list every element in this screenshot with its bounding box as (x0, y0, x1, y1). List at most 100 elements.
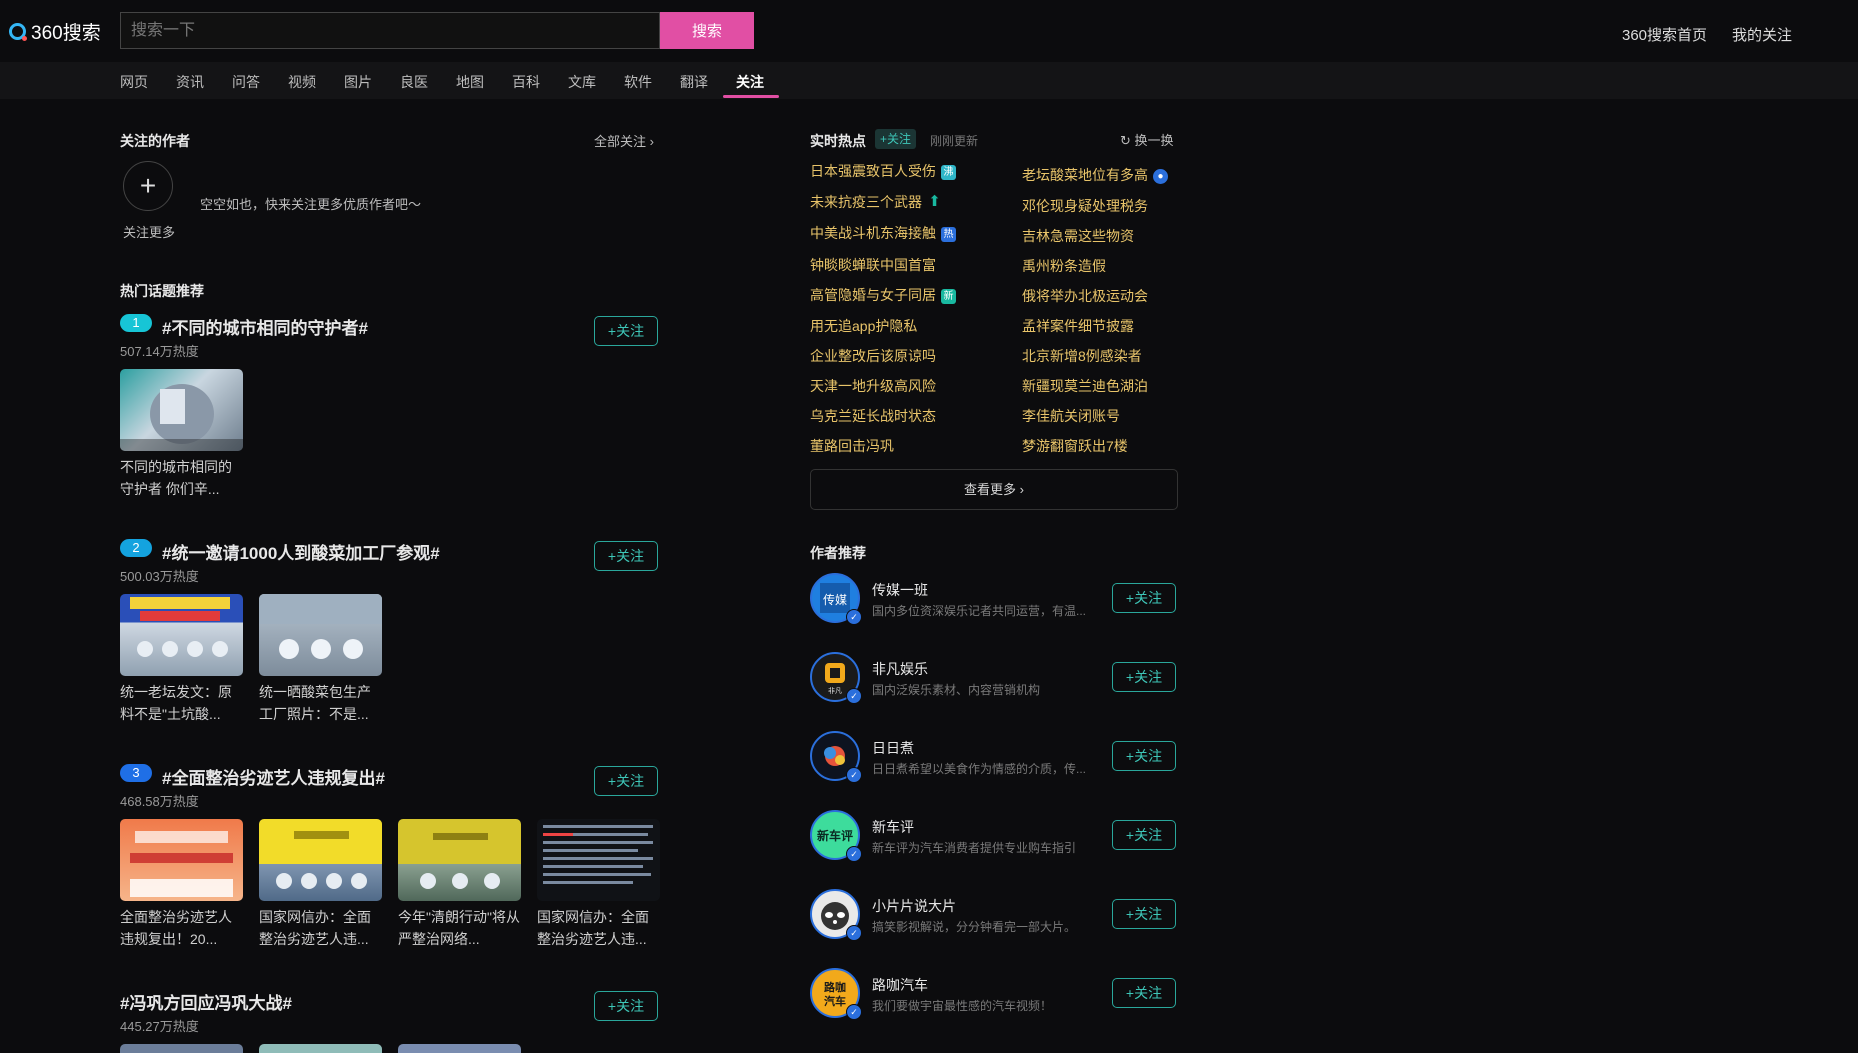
topic-follow-button[interactable]: +关注 (594, 766, 658, 796)
thumbnail-caption[interactable]: 统一晒酸菜包生产工厂照片：不是... (259, 681, 384, 725)
author-follow-button[interactable]: +关注 (1112, 820, 1176, 850)
hot-item[interactable]: 乌克兰延长战时状态 (810, 406, 936, 426)
hot-item[interactable]: 吉林急需这些物资 (1022, 226, 1134, 246)
search-button[interactable]: 搜索 (660, 12, 754, 49)
tab-follow[interactable]: 关注 (736, 72, 764, 92)
tab-image[interactable]: 图片 (344, 72, 372, 92)
tab-map[interactable]: 地图 (456, 72, 484, 92)
plus-icon: + (139, 170, 157, 201)
thumbnail-caption[interactable]: 国家网信办：全面整治劣迹艺人违... (537, 906, 662, 950)
hot-item[interactable]: 老坛酸菜地位有多高 ● (1022, 165, 1168, 185)
author-name[interactable]: 新车评 (872, 817, 914, 837)
topic-title[interactable]: #全面整治劣迹艺人违规复出# (162, 764, 385, 789)
author-desc: 日日煮希望以美食作为情感的介质，传... (872, 762, 1087, 776)
topic-heat: 445.27万热度 (120, 1019, 199, 1034)
topic-thumbnail[interactable] (398, 819, 521, 901)
tab-baike[interactable]: 百科 (512, 72, 540, 92)
topic-thumbnail[interactable] (120, 819, 243, 901)
author-desc: 新车评为汽车消费者提供专业购车指引 (872, 841, 1077, 855)
topic-thumbnail[interactable] (398, 1044, 521, 1053)
tab-wenku[interactable]: 文库 (568, 72, 596, 92)
see-more-button[interactable]: 查看更多 › (810, 469, 1178, 510)
author-follow-button[interactable]: +关注 (1112, 583, 1176, 613)
tab-doctor[interactable]: 良医 (400, 72, 428, 92)
verified-badge-icon: ✓ (846, 767, 862, 783)
refresh-icon: ↻ (1120, 133, 1131, 148)
thumbnail-caption[interactable]: 统一老坛发文：原料不是"土坑酸... (120, 681, 245, 725)
hot-item[interactable]: 梦游翻窗跃出7楼 (1022, 436, 1128, 456)
hot-item[interactable]: 北京新增8例感染者 (1022, 346, 1142, 366)
topic-thumbnail[interactable] (537, 819, 660, 901)
hot-follow-button[interactable]: +关注 (875, 129, 917, 149)
topic-follow-button[interactable]: +关注 (594, 541, 658, 571)
tab-news[interactable]: 资讯 (176, 72, 204, 92)
hot-item[interactable]: 钟睒睒蝉联中国首富 (810, 255, 936, 275)
hot-item[interactable]: 高管隐婚与女子同居新 (810, 285, 956, 305)
tab-web[interactable]: 网页 (120, 72, 148, 92)
author-follow-button[interactable]: +关注 (1112, 662, 1176, 692)
tab-qa[interactable]: 问答 (232, 72, 260, 92)
hot-item[interactable]: 俄将举办北极运动会 (1022, 286, 1148, 306)
hot-item-text: 日本强震致百人受伤 (810, 163, 936, 179)
tab-translate[interactable]: 翻译 (680, 72, 708, 92)
topic-rank-badge: 3 (120, 764, 152, 782)
all-follows-link[interactable]: 全部关注 › (594, 131, 654, 150)
topic-title[interactable]: #不同的城市相同的守护者# (162, 314, 368, 339)
topic-thumbnail[interactable] (120, 369, 243, 451)
thumbnail-caption[interactable]: 不同的城市相同的守护者 你们辛... (120, 456, 245, 500)
verified-badge-icon: ✓ (846, 846, 862, 862)
hot-item[interactable]: 天津一地升级高风险 (810, 376, 936, 396)
tag-boil-icon: 沸 (941, 165, 956, 180)
hot-item[interactable]: 邓伦现身疑处理税务 (1022, 196, 1148, 216)
author-follow-button[interactable]: +关注 (1112, 899, 1176, 929)
author-name[interactable]: 日日煮 (872, 738, 914, 758)
add-author-button[interactable]: + (123, 161, 173, 211)
add-author-label[interactable]: 关注更多 (123, 222, 175, 241)
author-follow-button[interactable]: +关注 (1112, 978, 1176, 1008)
thumbnail-image (130, 831, 233, 897)
hot-item-text: 高管隐婚与女子同居 (810, 287, 936, 303)
nav-bar: 网页 资讯 问答 视频 图片 良医 地图 百科 文库 软件 翻译 关注 (0, 62, 1858, 99)
hot-item[interactable]: 企业整改后该原谅吗 (810, 346, 936, 366)
hot-refresh-button[interactable]: ↻ 换一换 (1120, 130, 1174, 149)
topic-title[interactable]: #冯巩方回应冯巩大战# (120, 989, 292, 1014)
hot-item[interactable]: 李佳航关闭账号 (1022, 406, 1120, 426)
home-link[interactable]: 360搜索首页 (1622, 24, 1707, 45)
author-follow-button[interactable]: +关注 (1112, 741, 1176, 771)
active-tab-indicator (723, 95, 779, 98)
hot-item[interactable]: 孟祥案件细节披露 (1022, 316, 1134, 336)
logo-360[interactable]: 360搜索 (9, 18, 101, 45)
topic-follow-button[interactable]: +关注 (594, 316, 658, 346)
see-more-label: 查看更多 (964, 482, 1017, 497)
author-name[interactable]: 路咖汽车 (872, 975, 928, 995)
chevron-right-icon: › (649, 134, 654, 149)
tab-software[interactable]: 软件 (624, 72, 652, 92)
my-follow-link[interactable]: 我的关注 (1732, 24, 1792, 45)
hot-item[interactable]: 董路回击冯巩 (810, 436, 894, 456)
thumbnail-caption[interactable]: 国家网信办：全面整治劣迹艺人违... (259, 906, 384, 950)
hot-item[interactable]: 日本强震致百人受伤沸 (810, 161, 956, 181)
topic-title[interactable]: #统一邀请1000人到酸菜加工厂参观# (162, 539, 440, 564)
search-input[interactable] (120, 12, 660, 49)
hot-item[interactable]: 中美战斗机东海接触热 (810, 223, 956, 243)
author-name[interactable]: 传媒一班 (872, 580, 928, 600)
thumbnail-image (420, 833, 500, 889)
topic-thumbnail[interactable] (259, 819, 382, 901)
thumbnail-caption[interactable]: 今年"清朗行动"将从严整治网络... (398, 906, 523, 950)
hot-item[interactable]: 禹州粉条造假 (1022, 256, 1106, 276)
hot-item[interactable]: 新疆现莫兰迪色湖泊 (1022, 376, 1148, 396)
topic-thumbnail[interactable] (259, 1044, 382, 1053)
hot-topics-title: 热门话题推荐 (120, 283, 204, 299)
verified-badge-icon: ✓ (846, 609, 862, 625)
hot-item[interactable]: 用无追app护隐私 (810, 316, 917, 336)
author-name[interactable]: 小片片说大片 (872, 896, 956, 916)
hot-item[interactable]: 未来抗疫三个武器 ⬆ (810, 192, 942, 212)
tag-new-icon: 新 (941, 289, 956, 304)
tab-video[interactable]: 视频 (288, 72, 316, 92)
author-name[interactable]: 非凡娱乐 (872, 659, 928, 679)
topic-thumbnail[interactable] (259, 594, 382, 676)
topic-thumbnail[interactable] (120, 594, 243, 676)
thumbnail-caption[interactable]: 全面整治劣迹艺人违规复出！20... (120, 906, 245, 950)
topic-follow-button[interactable]: +关注 (594, 991, 658, 1021)
topic-thumbnail[interactable] (120, 1044, 243, 1053)
